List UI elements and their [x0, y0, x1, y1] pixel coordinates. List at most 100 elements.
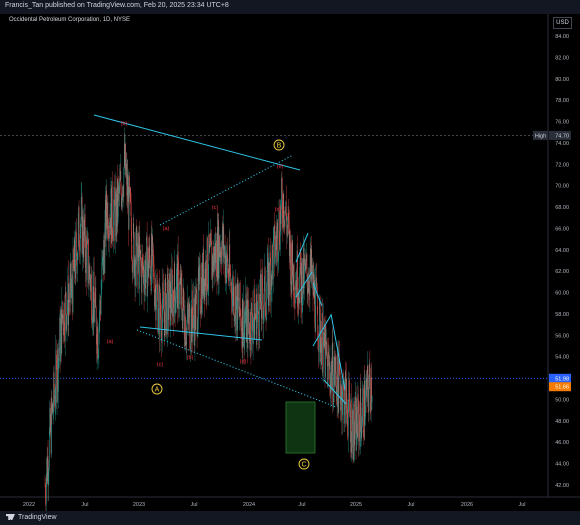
- candle-body: [354, 404, 356, 433]
- candle-body: [290, 243, 292, 284]
- price-tick-label: 82.00: [555, 55, 569, 61]
- candle-body: [63, 330, 64, 336]
- candle-body: [230, 281, 232, 287]
- candle-body: [312, 264, 313, 272]
- candle-body: [57, 348, 59, 392]
- candle-body: [130, 189, 131, 201]
- candle-body: [360, 415, 362, 438]
- candle-body: [181, 273, 182, 285]
- candle-body: [199, 264, 200, 268]
- candle-body: [101, 286, 102, 295]
- candle-body: [188, 313, 189, 325]
- candle-body: [52, 404, 53, 412]
- candle-body: [145, 260, 146, 289]
- candle-body: [81, 196, 83, 255]
- candle-body: [95, 287, 96, 305]
- candle-body: [98, 328, 100, 355]
- candle-body: [55, 350, 57, 400]
- price-tick-label: 68.00: [555, 205, 569, 211]
- candle-body: [235, 285, 236, 316]
- candle-body: [120, 170, 121, 180]
- candle-body: [225, 255, 226, 278]
- candle-body: [80, 197, 82, 221]
- candle-body: [365, 390, 366, 416]
- candle-body: [162, 282, 164, 291]
- candle-body: [245, 293, 247, 342]
- candle-body: [50, 413, 52, 454]
- candle-body: [309, 290, 310, 296]
- candle-body: [198, 267, 200, 281]
- candle-body: [133, 223, 135, 234]
- candle-body: [145, 238, 147, 269]
- last-price-label: 51.98: [555, 376, 569, 382]
- candle-body: [143, 282, 145, 295]
- candle-body: [126, 164, 128, 197]
- candle-body: [268, 262, 269, 306]
- candle-body: [114, 200, 116, 241]
- candle-body: [344, 380, 346, 410]
- candle-body: [289, 221, 290, 256]
- candle-body: [283, 220, 285, 222]
- candle-body: [213, 258, 215, 272]
- candle-body: [332, 402, 334, 405]
- candle-body: [282, 194, 284, 228]
- candle-body: [345, 372, 346, 424]
- candle-body: [95, 287, 97, 308]
- candle-body: [363, 380, 365, 439]
- candle-body: [174, 263, 175, 292]
- candle-body: [65, 292, 66, 294]
- candle-body: [161, 317, 162, 336]
- candle-body: [179, 282, 180, 304]
- prev-price-label: 51.66: [555, 385, 569, 391]
- wave-label: (b): [121, 121, 128, 127]
- candle-body: [71, 274, 72, 290]
- price-tick-label: 66.00: [555, 226, 569, 232]
- candle-body: [217, 226, 219, 280]
- price-chart[interactable]: 42.0044.0046.0048.0050.0052.0054.0056.00…: [0, 14, 580, 511]
- candle-body: [301, 262, 302, 303]
- candle-body: [110, 217, 111, 235]
- candle-body: [276, 222, 278, 231]
- candle-body: [273, 238, 274, 280]
- candle-body: [159, 293, 161, 338]
- candle-body: [92, 286, 94, 321]
- candle-body: [251, 303, 252, 351]
- candle-body: [46, 458, 48, 482]
- candle-body: [330, 374, 331, 394]
- candle-body: [112, 231, 113, 239]
- candle-body: [251, 303, 253, 327]
- candle-body: [67, 306, 68, 317]
- candle-body: [364, 415, 366, 426]
- candle-body: [230, 273, 231, 287]
- candle-body: [162, 282, 163, 313]
- candle-body: [88, 239, 89, 284]
- candle-body: [192, 318, 194, 337]
- candle-body: [163, 290, 164, 310]
- candle-body: [62, 314, 63, 319]
- candle-body: [73, 264, 75, 271]
- price-tick-label: 50.00: [555, 397, 569, 403]
- candle-body: [293, 264, 294, 291]
- publish-info: Francis_Tan published on TradingView.com…: [5, 2, 229, 9]
- chart-canvas[interactable]: 42.0044.0046.0048.0050.0052.0054.0056.00…: [0, 14, 580, 511]
- candle-body: [131, 230, 132, 259]
- candle-body: [83, 219, 85, 236]
- candle-body: [300, 267, 302, 303]
- candle-body: [270, 252, 271, 264]
- candle-body: [61, 301, 63, 354]
- candle-body: [247, 299, 248, 349]
- candle-body: [128, 176, 130, 230]
- candle-body: [266, 286, 268, 298]
- candle-body: [321, 312, 323, 345]
- candle-body: [77, 259, 78, 274]
- candle-body: [340, 393, 341, 411]
- currency-button[interactable]: USD: [553, 17, 572, 29]
- candle-body: [124, 143, 126, 166]
- candle-body: [233, 286, 235, 322]
- candle-body: [235, 285, 237, 332]
- candle-body: [184, 334, 185, 347]
- candle-body: [152, 243, 154, 262]
- candle-body: [140, 262, 142, 264]
- candle-body: [356, 406, 358, 433]
- price-tick-label: 56.00: [555, 333, 569, 339]
